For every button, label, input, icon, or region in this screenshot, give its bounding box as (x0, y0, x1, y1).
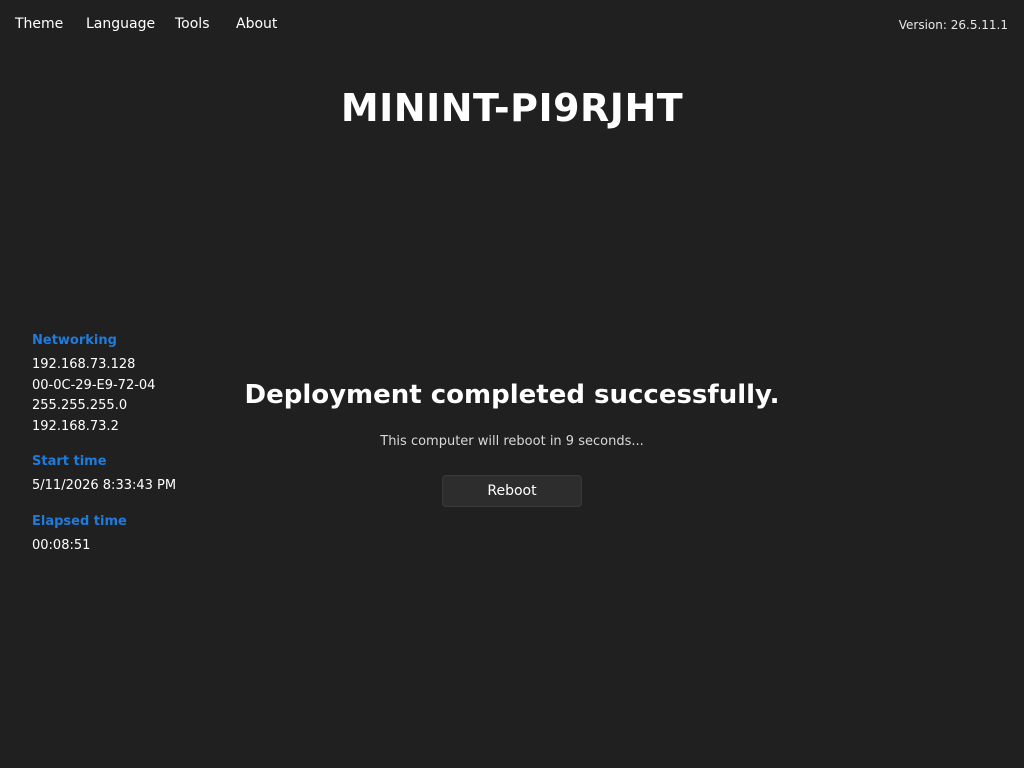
start-time-value: 5/11/2026 8:33:43 PM (32, 478, 177, 493)
reboot-button[interactable]: Reboot (442, 475, 582, 507)
elapsed-time-section: Elapsed time 00:08:51 (32, 513, 252, 557)
ip-address: 192.168.73.128 (32, 357, 136, 372)
status-title: Deployment completed successfully. (244, 380, 780, 410)
start-time-section: Start time 5/11/2026 8:33:43 PM (32, 453, 252, 497)
start-time-heading: Start time (32, 454, 107, 469)
menu-about[interactable]: About (236, 16, 277, 32)
menu-tools[interactable]: Tools (175, 16, 210, 32)
deployment-window: Theme Language Tools About Version: 26.5… (0, 0, 1024, 768)
menu-bar: Theme Language Tools About Version: 26.5… (0, 0, 1024, 50)
elapsed-time-value: 00:08:51 (32, 537, 91, 553)
menu-theme[interactable]: Theme (15, 16, 63, 32)
reboot-countdown-message: This computer will reboot in 9 seconds..… (380, 434, 644, 449)
version-label: Version: 26.5.11.1 (898, 18, 1008, 32)
computer-name-title: MININT-PI9RJHT (340, 86, 684, 130)
networking-heading: Networking (32, 333, 117, 348)
elapsed-time-heading: Elapsed time (32, 513, 127, 529)
info-panel: Networking 192.168.73.128 00-0C-29-E9-72… (32, 332, 252, 572)
menu-language[interactable]: Language (86, 16, 155, 32)
